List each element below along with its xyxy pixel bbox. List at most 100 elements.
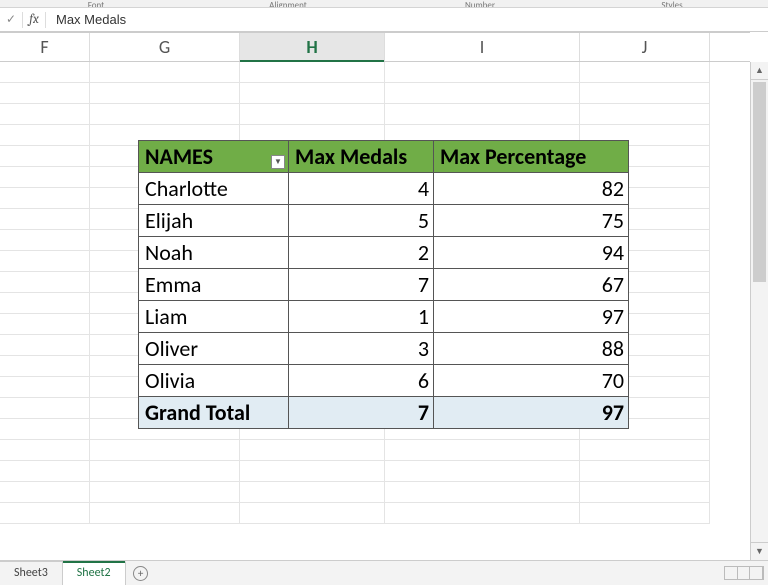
pivot-row[interactable]: Noah294 [139,237,629,269]
cell[interactable] [385,440,580,461]
pivot-cell-medals[interactable]: 3 [289,333,434,365]
cell[interactable] [580,83,710,104]
cell[interactable] [90,482,240,503]
cell[interactable] [0,272,90,293]
pivot-row[interactable]: Oliver388 [139,333,629,365]
cell[interactable] [0,83,90,104]
cell[interactable] [580,503,710,524]
cell[interactable] [0,146,90,167]
pivot-cell-name[interactable]: Elijah [139,205,289,237]
grid-row[interactable] [0,440,750,461]
cell[interactable] [240,83,385,104]
pivot-cell-pct[interactable]: 97 [434,301,629,333]
cell[interactable] [0,503,90,524]
cell[interactable] [0,251,90,272]
cell[interactable] [385,503,580,524]
cell[interactable] [385,461,580,482]
cell[interactable] [0,335,90,356]
pivot-cell-medals[interactable]: 7 [289,269,434,301]
col-header-H[interactable]: H [240,33,385,61]
pivot-cell-medals[interactable]: 2 [289,237,434,269]
pivot-cell-pct[interactable]: 75 [434,205,629,237]
cell[interactable] [0,104,90,125]
cell[interactable] [90,83,240,104]
tab-sheet2[interactable]: Sheet2 [63,561,126,585]
cell[interactable] [0,419,90,440]
cell[interactable] [0,125,90,146]
scroll-down-icon[interactable]: ▼ [751,542,768,560]
grid-row[interactable] [0,461,750,482]
cell[interactable] [0,314,90,335]
pivot-cell-name[interactable]: Emma [139,269,289,301]
cell[interactable] [0,356,90,377]
cell[interactable] [580,461,710,482]
pivot-cell-pct[interactable]: 70 [434,365,629,397]
cell[interactable] [0,461,90,482]
cell[interactable] [90,440,240,461]
fx-icon[interactable]: fx [23,8,45,31]
cell[interactable] [580,440,710,461]
cell[interactable] [580,482,710,503]
cell[interactable] [0,167,90,188]
cell[interactable] [0,188,90,209]
pivot-row[interactable]: Olivia670 [139,365,629,397]
pivot-header-pct[interactable]: Max Percentage [434,141,629,173]
pivot-row[interactable]: Elijah575 [139,205,629,237]
pivot-cell-medals[interactable]: 4 [289,173,434,205]
grid-row[interactable] [0,62,750,83]
pivot-cell-medals[interactable]: 1 [289,301,434,333]
cell[interactable] [0,377,90,398]
pivot-cell-pct[interactable]: 82 [434,173,629,205]
scroll-thumb[interactable] [753,82,766,282]
cell[interactable] [240,62,385,83]
cell[interactable] [385,482,580,503]
cell[interactable] [240,104,385,125]
cell[interactable] [240,440,385,461]
pivot-cell-name[interactable]: Noah [139,237,289,269]
cell[interactable] [580,62,710,83]
cell[interactable] [0,209,90,230]
grand-total-row[interactable]: Grand Total 7 97 [139,397,629,429]
pivot-row[interactable]: Liam197 [139,301,629,333]
formula-input[interactable] [46,8,768,31]
horizontal-scrollbar[interactable] [724,566,764,580]
cell[interactable] [0,293,90,314]
grid-row[interactable] [0,104,750,125]
cell[interactable] [0,230,90,251]
cell[interactable] [580,104,710,125]
cell[interactable] [0,62,90,83]
pivot-header-medals[interactable]: Max Medals [289,141,434,173]
pivot-cell-name[interactable]: Charlotte [139,173,289,205]
vertical-scrollbar[interactable]: ▲ ▼ [750,62,768,560]
dropdown-icon[interactable]: ▼ [271,155,285,169]
cell[interactable] [90,461,240,482]
pivot-cell-pct[interactable]: 88 [434,333,629,365]
grid-row[interactable] [0,503,750,524]
pivot-row[interactable]: Emma767 [139,269,629,301]
tab-sheet3[interactable]: Sheet3 [0,561,63,585]
col-header-I[interactable]: I [385,33,580,61]
cell[interactable] [385,104,580,125]
scroll-up-icon[interactable]: ▲ [751,62,768,80]
pivot-cell-name[interactable]: Olivia [139,365,289,397]
add-sheet-button[interactable]: + [126,561,156,585]
cell[interactable] [0,482,90,503]
pivot-cell-medals[interactable]: 5 [289,205,434,237]
cell[interactable] [385,62,580,83]
cell[interactable] [240,461,385,482]
col-header-J[interactable]: J [580,33,710,61]
grid-row[interactable] [0,482,750,503]
cell[interactable] [0,398,90,419]
cell[interactable] [0,440,90,461]
cell[interactable] [385,83,580,104]
cell[interactable] [240,482,385,503]
check-icon[interactable]: ✓ [0,8,22,31]
pivot-cell-medals[interactable]: 6 [289,365,434,397]
cell[interactable] [90,503,240,524]
pivot-row[interactable]: Charlotte482 [139,173,629,205]
cell[interactable] [90,62,240,83]
cell[interactable] [90,104,240,125]
col-header-G[interactable]: G [90,33,240,61]
pivot-cell-pct[interactable]: 67 [434,269,629,301]
col-header-F[interactable]: F [0,33,90,61]
